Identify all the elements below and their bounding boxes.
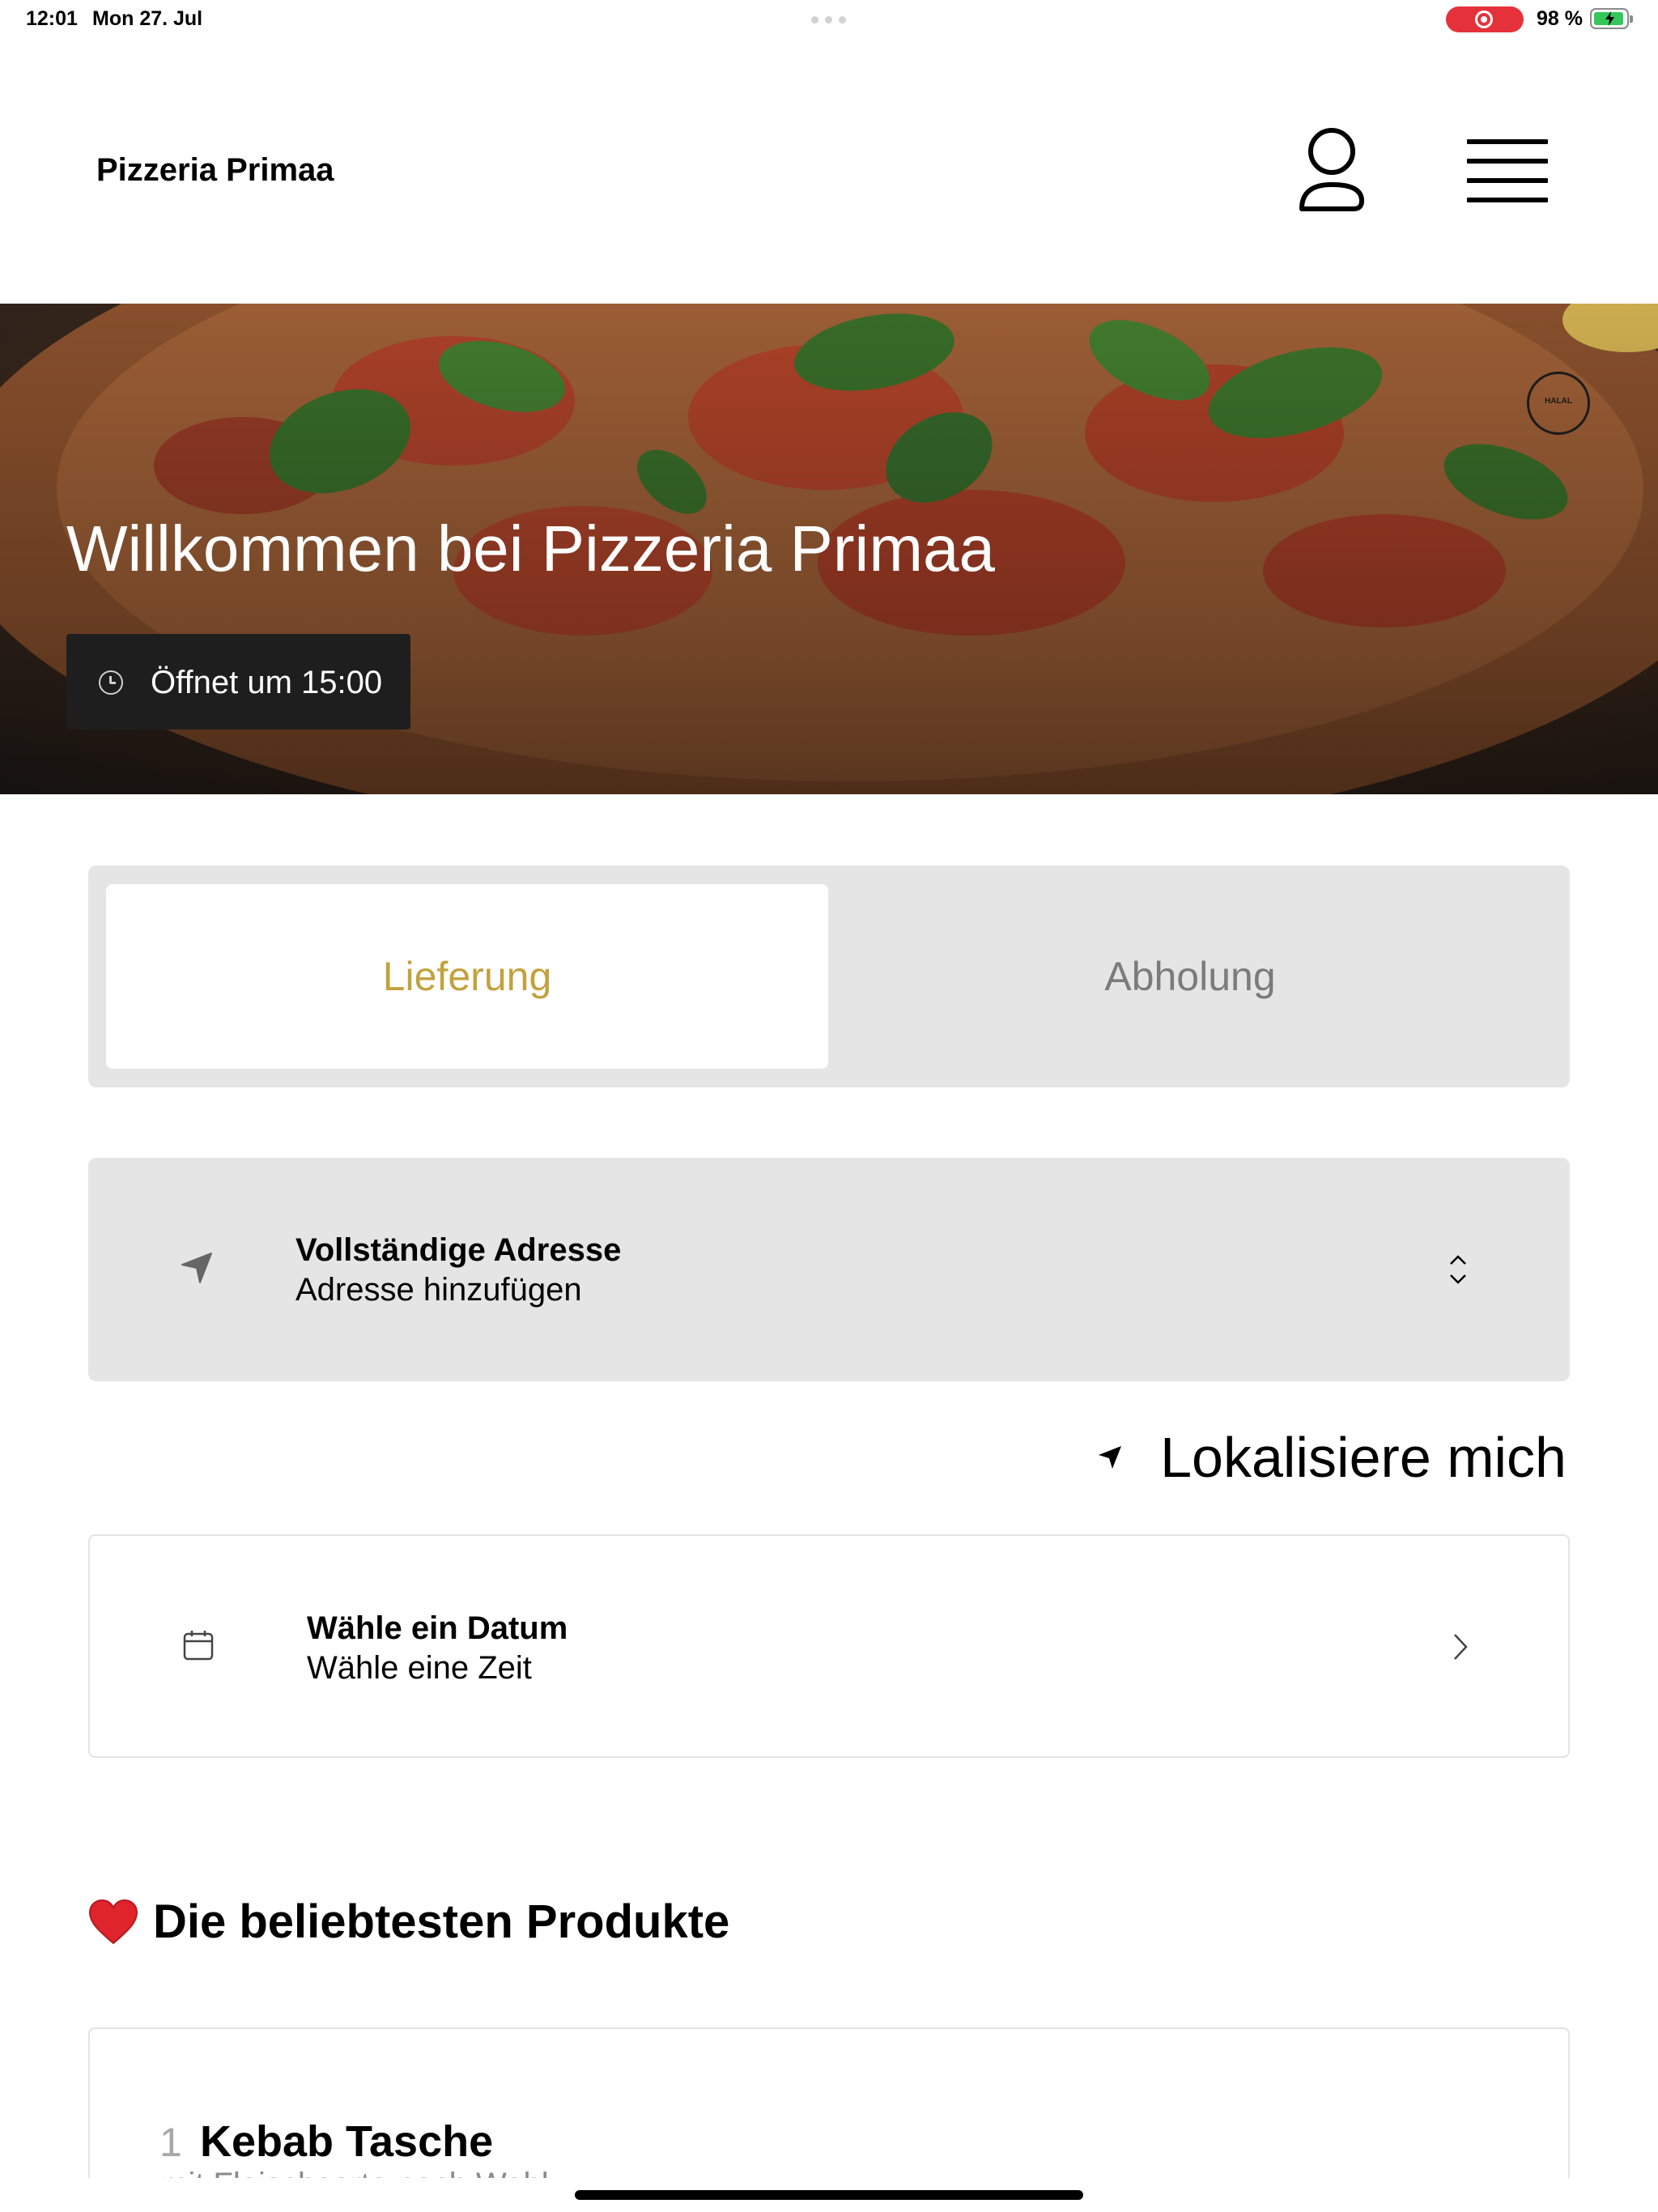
product-rank: 1 <box>159 2120 182 2165</box>
locate-me-label: Lokalisiere mich <box>1160 1426 1567 1489</box>
popular-products-heading: Die beliebtesten Produkte <box>88 1895 729 1949</box>
chevron-right-icon <box>1454 1634 1468 1660</box>
status-date: Mon 27. Jul <box>92 7 203 30</box>
popular-products-title: Die beliebtesten Produkte <box>153 1895 730 1948</box>
status-time: 12:01 <box>26 7 78 30</box>
date-label: Wähle ein Datum <box>307 1610 568 1646</box>
user-icon <box>1299 128 1364 211</box>
calendar-icon <box>183 1631 214 1661</box>
tab-pickup[interactable]: Abholung <box>829 884 1551 1069</box>
home-indicator[interactable] <box>575 2190 1083 2200</box>
battery-icon <box>1590 8 1633 29</box>
address-title: Vollständige Adresse <box>295 1232 622 1268</box>
locate-me-button[interactable]: Lokalisiere mich <box>1097 1425 1567 1490</box>
product-name: Kebab Tasche <box>200 2117 494 2166</box>
menu-button[interactable] <box>1467 136 1548 206</box>
heart-icon <box>88 1899 138 1944</box>
location-arrow-icon <box>181 1253 212 1283</box>
halal-logo: HALAL <box>1527 372 1590 435</box>
multitasking-dots-icon[interactable] <box>811 16 848 23</box>
status-bar: 12:01 Mon 27. Jul 98 % <box>0 0 1658 39</box>
schedule-selector[interactable]: Wähle ein Datum Wähle eine Zeit <box>88 1534 1570 1758</box>
address-placeholder: Adresse hinzufügen <box>295 1272 582 1308</box>
location-arrow-icon <box>1099 1446 1122 1469</box>
screen-recording-icon <box>1446 6 1524 32</box>
opening-hours-text: Öffnet um 15:00 <box>151 665 383 700</box>
clock-icon <box>99 670 123 695</box>
opening-hours-badge: Öffnet um 15:00 <box>66 634 410 730</box>
tab-delivery[interactable]: Lieferung <box>106 884 828 1069</box>
account-button[interactable] <box>1295 126 1368 215</box>
time-label: Wähle eine Zeit <box>307 1650 532 1686</box>
chevron-up-down-icon <box>1450 1255 1466 1284</box>
battery-percentage: 98 % <box>1537 7 1583 30</box>
brand-title[interactable]: Pizzeria Primaa <box>96 152 334 189</box>
order-mode-toggle: Lieferung Abholung <box>88 866 1570 1087</box>
menu-icon <box>1467 139 1548 144</box>
welcome-heading: Willkommen bei Pizzeria Primaa <box>66 513 995 585</box>
address-selector[interactable]: Vollständige Adresse Adresse hinzufügen <box>88 1158 1570 1381</box>
